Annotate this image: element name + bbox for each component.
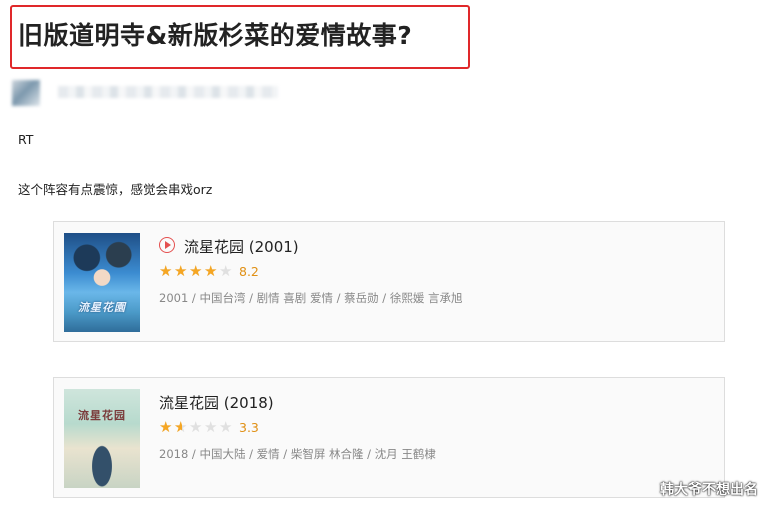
watermark: 韩大爷不想出名	[660, 482, 758, 498]
movie-title[interactable]: 流星花园 (2001)	[184, 236, 299, 257]
avatar[interactable]	[12, 80, 40, 106]
movie-card[interactable]: 流星花園 流星花园 (2001) ★★★★★★★★★★8.2 2001 / 中国…	[53, 221, 725, 342]
post-title: 旧版道明寺&新版杉菜的爱情故事?	[18, 21, 413, 50]
star-icon: ★★	[219, 418, 233, 436]
movie-poster[interactable]: 流星花园	[64, 389, 140, 488]
movie-card[interactable]: 流星花园 流星花园 (2018) ★★★★★★★★★★3.3 2018 / 中国…	[53, 377, 725, 498]
poster-title-art: 流星花园	[78, 409, 126, 422]
movie-poster[interactable]: 流星花園	[64, 233, 140, 332]
post-paragraph: 这个阵容有点震惊，感觉会串戏orz	[18, 182, 213, 197]
post-paragraph: RT	[18, 132, 34, 147]
play-icon[interactable]	[159, 237, 175, 253]
star-icon: ★★	[159, 262, 173, 280]
rating-score: 8.2	[239, 263, 259, 279]
star-icon: ★★	[174, 262, 188, 280]
rating-stars: ★★★★★★★★★★8.2	[159, 262, 259, 280]
author-name-blurred	[58, 86, 278, 98]
star-icon: ★★	[204, 262, 218, 280]
star-icon: ★★	[159, 418, 173, 436]
rating-stars: ★★★★★★★★★★3.3	[159, 418, 259, 436]
rating-score: 3.3	[239, 419, 259, 435]
star-icon: ★★	[189, 262, 203, 280]
star-icon: ★★	[174, 418, 188, 436]
movie-meta: 2018 / 中国大陆 / 爱情 / 柴智屏 林合隆 / 沈月 王鹤棣	[159, 447, 436, 461]
movie-title[interactable]: 流星花园 (2018)	[159, 392, 274, 413]
poster-title-art: 流星花園	[78, 301, 126, 314]
star-icon: ★★	[204, 418, 218, 436]
star-icon: ★★	[219, 262, 233, 280]
star-icon: ★★	[189, 418, 203, 436]
movie-meta: 2001 / 中国台湾 / 剧情 喜剧 爱情 / 蔡岳勋 / 徐熙媛 言承旭	[159, 291, 463, 305]
